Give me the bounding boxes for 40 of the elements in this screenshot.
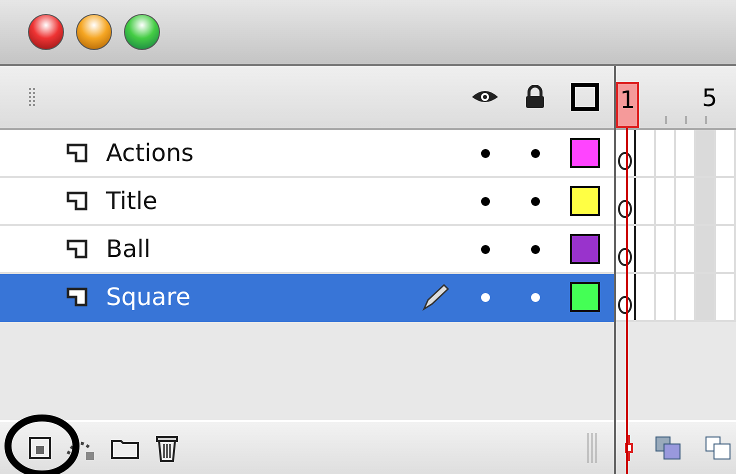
new-layer-icon[interactable] — [28, 436, 52, 460]
trash-icon[interactable] — [154, 433, 180, 463]
layer-name: Actions — [106, 139, 195, 167]
layer-color-swatch[interactable] — [570, 234, 600, 264]
visible-dot[interactable] — [480, 196, 490, 206]
frame-number[interactable]: 5 — [700, 82, 720, 128]
layer-icon — [66, 239, 88, 259]
resize-handle-icon[interactable] — [586, 433, 598, 463]
frame-cell[interactable] — [696, 274, 716, 320]
keyframe-cell[interactable] — [616, 226, 636, 272]
unlocked-dot[interactable] — [530, 196, 540, 206]
visible-dot[interactable] — [480, 148, 490, 158]
layer-color-swatch[interactable] — [570, 138, 600, 168]
minimize-button[interactable] — [76, 14, 112, 50]
close-button[interactable] — [28, 14, 64, 50]
keyframe-cell[interactable] — [616, 274, 636, 320]
playhead-marker-icon[interactable] — [624, 435, 634, 461]
unlocked-dot[interactable] — [530, 148, 540, 158]
keyframe-cell[interactable] — [616, 130, 636, 176]
pencil-icon — [420, 282, 450, 312]
frame-number[interactable]: 1 — [616, 82, 640, 128]
layer-name: Square — [106, 283, 192, 311]
layer-icon — [66, 191, 88, 211]
visible-dot[interactable] — [480, 292, 490, 302]
frame-cell[interactable] — [696, 130, 716, 176]
layer-row[interactable]: Square — [0, 274, 614, 322]
lock-icon[interactable] — [524, 85, 546, 109]
layer-name: Ball — [106, 235, 152, 263]
keyframe-cell[interactable] — [616, 178, 636, 224]
zoom-button[interactable] — [124, 14, 160, 50]
layer-icon — [66, 143, 88, 163]
grip-icon[interactable] — [28, 87, 36, 107]
visible-dot[interactable] — [480, 244, 490, 254]
unlocked-dot[interactable] — [530, 292, 540, 302]
unlocked-dot[interactable] — [530, 244, 540, 254]
outline-icon[interactable] — [571, 83, 599, 111]
layer-color-swatch[interactable] — [570, 186, 600, 216]
layer-color-swatch[interactable] — [570, 282, 600, 312]
layer-icon — [66, 287, 88, 307]
layer-name: Title — [106, 187, 158, 215]
